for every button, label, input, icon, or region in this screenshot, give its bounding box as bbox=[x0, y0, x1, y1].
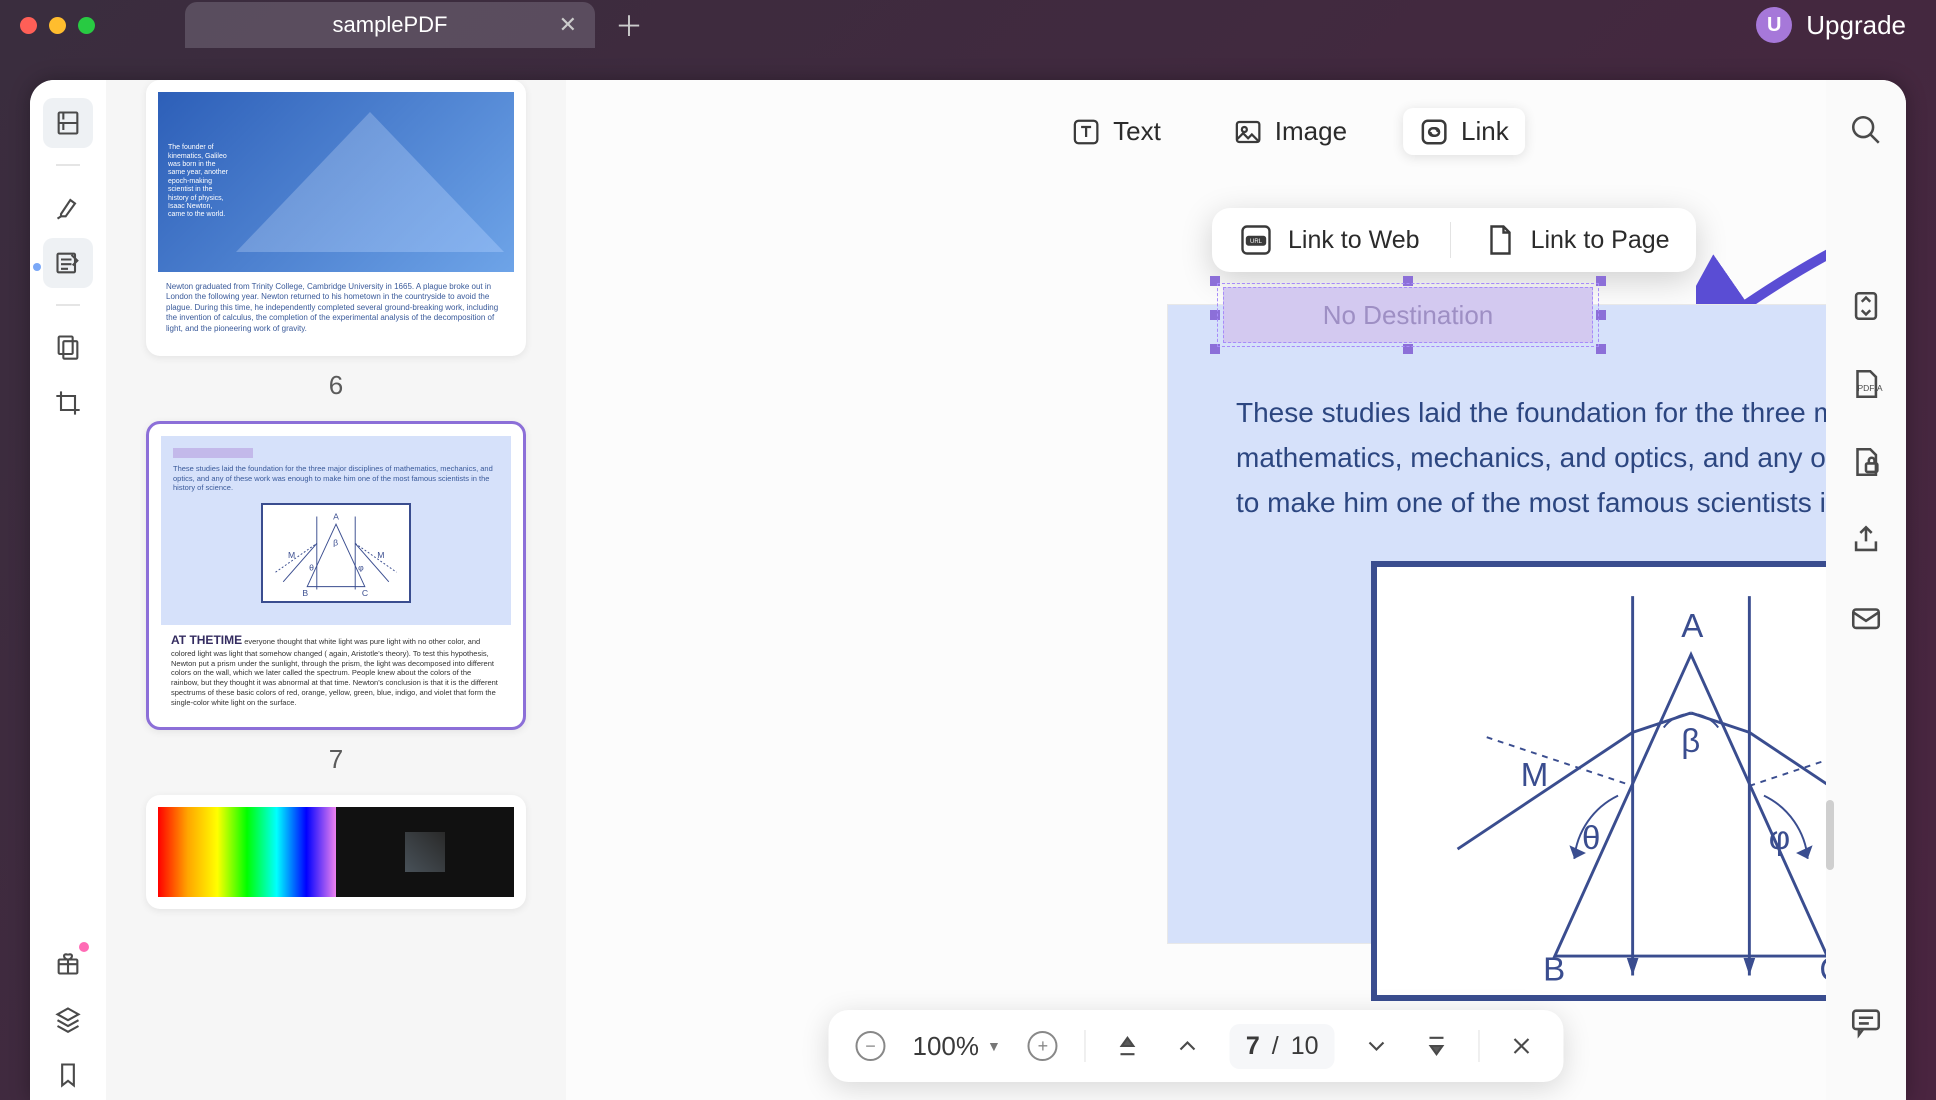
thumbnail-panel[interactable]: The founder of kinematics, Galileo was b… bbox=[106, 80, 566, 1100]
zoom-out-button[interactable]: − bbox=[852, 1028, 888, 1064]
thumbnail-label: 6 bbox=[146, 370, 526, 401]
svg-text:C: C bbox=[1819, 952, 1826, 989]
first-page-button[interactable] bbox=[1110, 1028, 1146, 1064]
edit-content-tool-button[interactable] bbox=[43, 238, 93, 288]
layers-button[interactable] bbox=[43, 994, 93, 1044]
zoom-in-button[interactable]: + bbox=[1025, 1028, 1061, 1064]
svg-text:A: A bbox=[1681, 608, 1703, 645]
page-thumbnail-7[interactable]: These studies laid the foundation for th… bbox=[146, 421, 526, 730]
svg-text:φ: φ bbox=[1769, 820, 1790, 857]
highlighter-tool-button[interactable] bbox=[43, 182, 93, 232]
svg-text:URL: URL bbox=[1250, 239, 1263, 245]
comments-button[interactable] bbox=[1846, 1002, 1886, 1042]
page-content: No Destination These studies laid the fo… bbox=[1167, 304, 1826, 944]
svg-text:β: β bbox=[1681, 723, 1700, 760]
svg-text:θ: θ bbox=[309, 562, 314, 572]
page-number-input[interactable]: 7 / 10 bbox=[1230, 1024, 1335, 1069]
edit-link-tool[interactable]: Link bbox=[1403, 108, 1525, 155]
page-thumbnail-6[interactable]: The founder of kinematics, Galileo was b… bbox=[146, 80, 526, 356]
svg-text:φ: φ bbox=[358, 562, 364, 572]
crop-tool-button[interactable] bbox=[43, 378, 93, 428]
link-annotation[interactable]: No Destination bbox=[1223, 287, 1593, 343]
user-avatar: U bbox=[1756, 7, 1792, 43]
gift-button[interactable] bbox=[43, 938, 93, 988]
link-to-page-button[interactable]: Link to Page bbox=[1481, 222, 1670, 258]
prism-diagram: A M M B C β θ φ bbox=[1371, 561, 1826, 1001]
svg-text:β: β bbox=[333, 538, 338, 548]
edit-text-tool[interactable]: Text bbox=[1055, 108, 1177, 155]
document-tab[interactable]: samplePDF ✕ bbox=[185, 2, 595, 48]
close-bar-button[interactable] bbox=[1504, 1028, 1540, 1064]
body-paragraph: These studies laid the foundation for th… bbox=[1236, 391, 1826, 525]
last-page-button[interactable] bbox=[1419, 1028, 1455, 1064]
thumbnails-panel-button[interactable] bbox=[43, 98, 93, 148]
new-tab-button[interactable]: ＋ bbox=[615, 5, 643, 45]
page-thumbnail-8[interactable] bbox=[146, 795, 526, 909]
window-maximize-button[interactable] bbox=[78, 17, 95, 34]
link-to-web-button[interactable]: URL Link to Web bbox=[1238, 222, 1420, 258]
edit-toolbar: Text Image Link bbox=[1055, 108, 1525, 155]
left-toolbar bbox=[30, 80, 106, 1100]
next-page-button[interactable] bbox=[1359, 1028, 1395, 1064]
svg-text:A: A bbox=[333, 512, 339, 522]
share-button[interactable] bbox=[1846, 520, 1886, 560]
bookmark-button[interactable] bbox=[43, 1050, 93, 1100]
link-type-popup: URL Link to Web Link to Page bbox=[1212, 208, 1696, 272]
email-button[interactable] bbox=[1846, 598, 1886, 638]
svg-text:PDF/A: PDF/A bbox=[1858, 383, 1883, 393]
thumbnail-label: 7 bbox=[146, 744, 526, 775]
scrollbar-thumb[interactable] bbox=[1826, 800, 1834, 870]
zoom-level-dropdown[interactable]: 100% ▼ bbox=[912, 1031, 1000, 1062]
previous-page-button[interactable] bbox=[1170, 1028, 1206, 1064]
svg-text:M: M bbox=[377, 550, 384, 560]
convert-button[interactable] bbox=[1846, 286, 1886, 326]
search-button[interactable] bbox=[1846, 110, 1886, 150]
right-toolbar: PDF/A bbox=[1826, 80, 1906, 1100]
window-close-button[interactable] bbox=[20, 17, 37, 34]
upgrade-button[interactable]: U Upgrade bbox=[1756, 7, 1906, 43]
pdfa-button[interactable]: PDF/A bbox=[1846, 364, 1886, 404]
svg-text:B: B bbox=[1543, 952, 1565, 989]
svg-text:B: B bbox=[302, 588, 308, 598]
organize-pages-button[interactable] bbox=[43, 322, 93, 372]
view-control-bar: − 100% ▼ + 7 / 10 bbox=[828, 1010, 1563, 1082]
window-minimize-button[interactable] bbox=[49, 17, 66, 34]
svg-text:M: M bbox=[288, 550, 295, 560]
svg-text:M: M bbox=[1521, 757, 1549, 794]
svg-text:C: C bbox=[362, 588, 368, 598]
svg-text:θ: θ bbox=[1582, 820, 1600, 857]
edit-image-tool[interactable]: Image bbox=[1217, 108, 1363, 155]
document-view[interactable]: Text Image Link URL Link to Web Link to … bbox=[566, 80, 1826, 1100]
protect-button[interactable] bbox=[1846, 442, 1886, 482]
upgrade-label: Upgrade bbox=[1806, 10, 1906, 41]
chevron-down-icon: ▼ bbox=[987, 1038, 1001, 1054]
close-tab-icon[interactable]: ✕ bbox=[559, 12, 577, 38]
tab-title: samplePDF bbox=[333, 12, 448, 38]
